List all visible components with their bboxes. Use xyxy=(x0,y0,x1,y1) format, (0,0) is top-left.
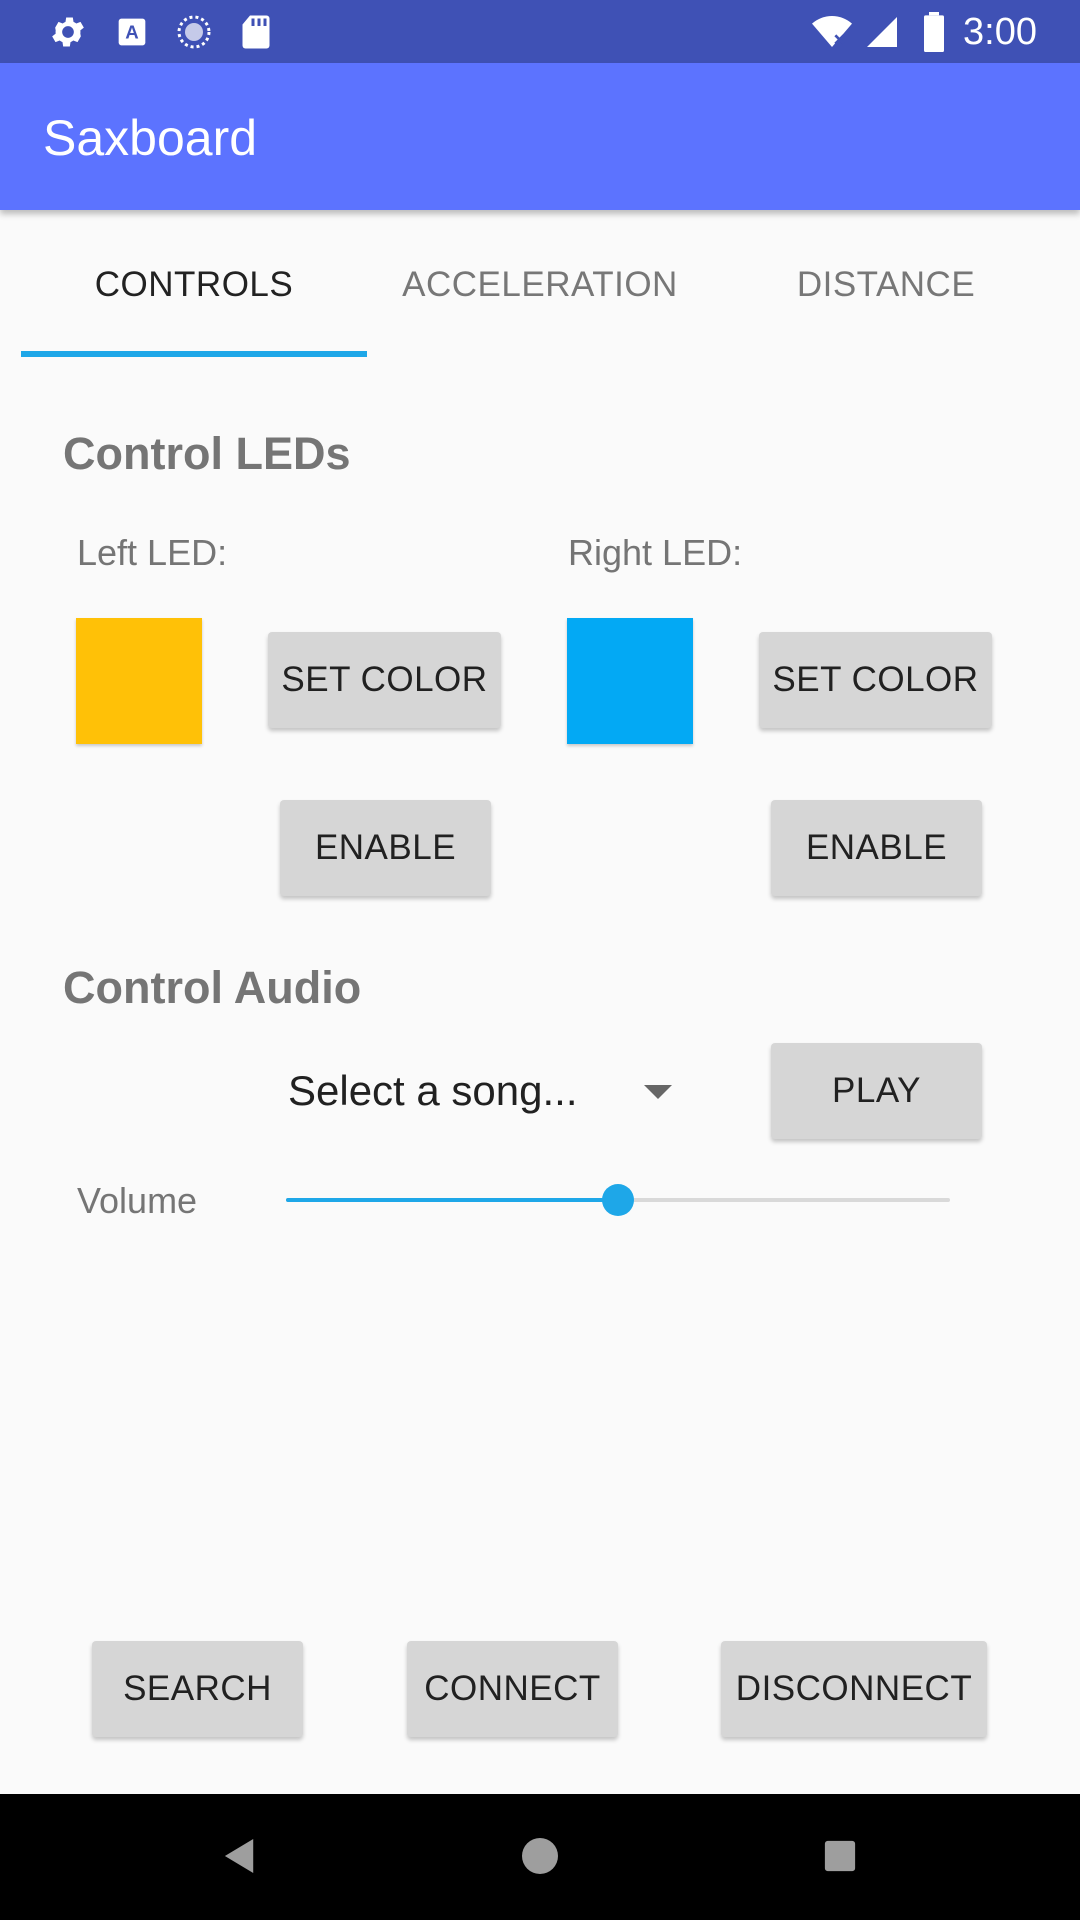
dropdown-arrow-icon xyxy=(644,1085,672,1099)
volume-slider[interactable] xyxy=(286,1184,950,1216)
status-time: 3:00 xyxy=(963,11,1037,53)
right-led-color-swatch xyxy=(567,618,693,744)
settings-icon xyxy=(48,12,88,52)
volume-label: Volume xyxy=(77,1180,198,1221)
song-select-value: Select a song... xyxy=(288,1067,578,1114)
recents-icon[interactable] xyxy=(818,1834,862,1878)
battery-icon xyxy=(914,12,954,52)
section-title-leds: Control LEDs xyxy=(63,428,351,479)
connect-button[interactable]: CONNECT xyxy=(407,1641,618,1737)
status-bar: A 3:00 xyxy=(0,0,1080,63)
home-icon[interactable] xyxy=(518,1834,562,1878)
left-led-color-swatch xyxy=(76,618,202,744)
right-set-color-button[interactable]: SET COLOR xyxy=(759,632,992,728)
signal-icon xyxy=(862,12,902,52)
play-button[interactable]: PLAY xyxy=(771,1043,982,1139)
tab-bar: CONTROLS ACCELERATION DISTANCE xyxy=(0,210,1080,360)
volume-slider-fill xyxy=(286,1198,618,1202)
app-title: Saxboard xyxy=(43,110,258,166)
tab-acceleration[interactable]: ACCELERATION xyxy=(367,210,713,360)
wifi-icon xyxy=(812,12,852,52)
section-title-audio: Control Audio xyxy=(63,962,362,1013)
search-button[interactable]: SEARCH xyxy=(92,1641,303,1737)
right-enable-button[interactable]: ENABLE xyxy=(771,800,982,896)
svg-text:A: A xyxy=(125,22,138,43)
left-led-label: Left LED: xyxy=(77,532,228,573)
left-enable-button[interactable]: ENABLE xyxy=(280,800,491,896)
navigation-bar xyxy=(0,1794,1080,1920)
right-led-label: Right LED: xyxy=(568,532,743,573)
a-notification-icon: A xyxy=(112,12,152,52)
sync-icon xyxy=(174,12,214,52)
left-set-color-button[interactable]: SET COLOR xyxy=(268,632,501,728)
tab-controls[interactable]: CONTROLS xyxy=(21,210,367,360)
volume-slider-thumb[interactable] xyxy=(602,1184,634,1216)
back-icon[interactable] xyxy=(218,1834,262,1878)
app-bar: Saxboard xyxy=(0,63,1080,210)
song-select-dropdown[interactable]: Select a song... xyxy=(288,1055,688,1127)
active-tab-indicator xyxy=(21,351,367,357)
tab-distance[interactable]: DISTANCE xyxy=(713,210,1059,360)
disconnect-button[interactable]: DISCONNECT xyxy=(721,1641,987,1737)
sd-card-icon xyxy=(236,12,276,52)
